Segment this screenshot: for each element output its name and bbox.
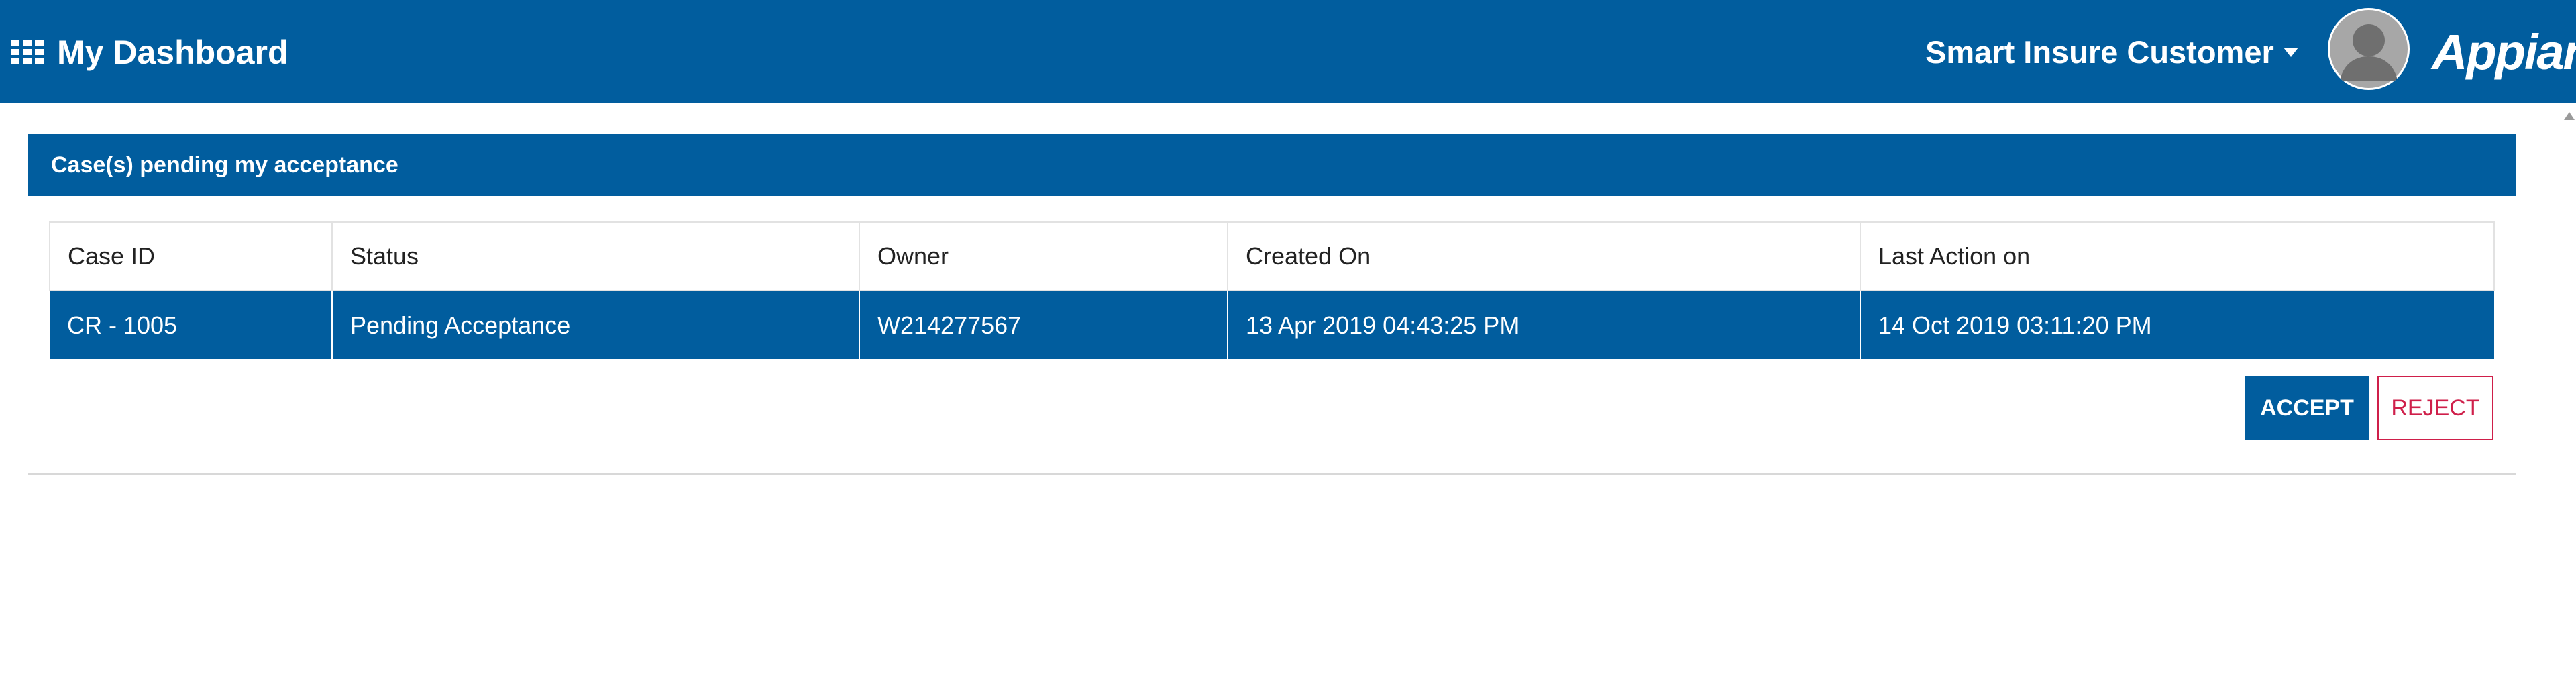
page-title[interactable]: My Dashboard xyxy=(57,26,288,79)
column-header-status[interactable]: Status xyxy=(331,221,860,291)
cell-created-on: 13 Apr 2019 04:43:25 PM xyxy=(1227,291,1860,359)
column-header-owner[interactable]: Owner xyxy=(859,221,1228,291)
user-name: Smart Insure Customer xyxy=(1925,34,2274,70)
column-header-case-id[interactable]: Case ID xyxy=(49,221,333,291)
table-header-row: Case ID Status Owner Created On Last Act… xyxy=(49,221,2495,291)
cell-case-id: CR - 1005 xyxy=(50,291,332,359)
top-navigation-bar: My Dashboard Smart Insure Customer Appia… xyxy=(0,0,2576,103)
cell-status: Pending Acceptance xyxy=(331,291,859,359)
grid-icon[interactable] xyxy=(11,40,44,64)
cell-owner: W214277567 xyxy=(859,291,1228,359)
section-divider xyxy=(28,473,2516,475)
panel-title: Case(s) pending my acceptance xyxy=(28,134,2516,196)
table-row[interactable]: CR - 1005 Pending Acceptance W214277567 … xyxy=(50,291,2494,359)
appian-logo: Appian xyxy=(2432,24,2576,80)
user-avatar[interactable] xyxy=(2328,8,2410,90)
caret-down-icon xyxy=(2283,48,2298,57)
user-menu[interactable]: Smart Insure Customer xyxy=(1925,26,2298,79)
column-header-created-on[interactable]: Created On xyxy=(1227,221,1861,291)
reject-button[interactable]: REJECT xyxy=(2377,376,2493,440)
scroll-up-arrow-icon[interactable] xyxy=(2563,111,2576,121)
cases-table: Case ID Status Owner Created On Last Act… xyxy=(49,221,2495,359)
column-header-last-action-on[interactable]: Last Action on xyxy=(1860,221,2495,291)
accept-button[interactable]: ACCEPT xyxy=(2245,376,2369,440)
cell-last-action-on: 14 Oct 2019 03:11:20 PM xyxy=(1860,291,2494,359)
user-avatar-icon xyxy=(2330,10,2408,88)
